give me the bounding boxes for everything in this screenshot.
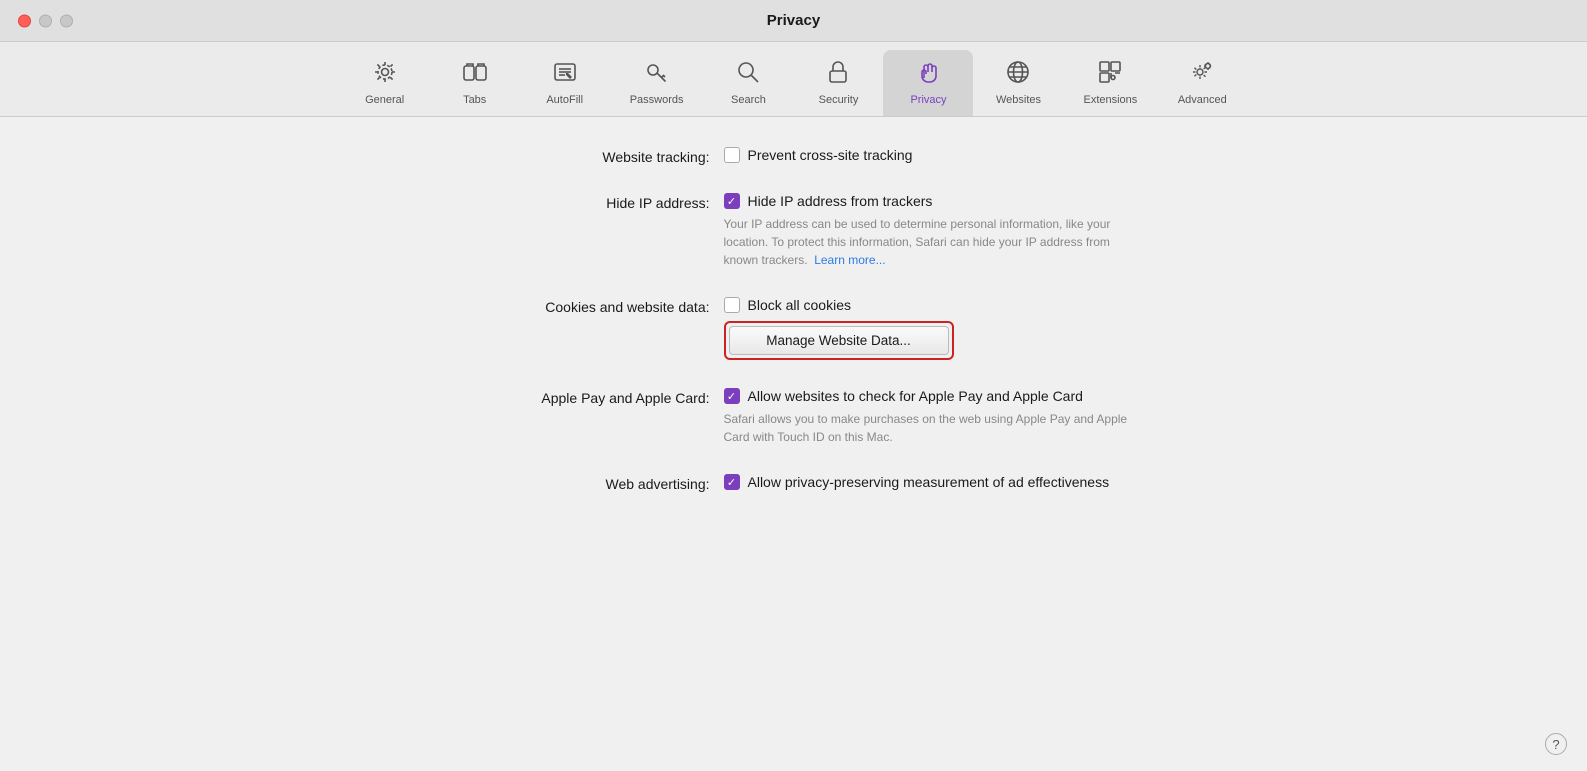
hide-ip-description: Your IP address can be used to determine… [724,215,1144,269]
website-tracking-text: Prevent cross-site tracking [748,147,913,163]
website-tracking-control: Prevent cross-site tracking [724,147,913,163]
manage-website-data-highlight: Manage Website Data... [724,321,954,360]
title-bar: Privacy [0,0,1587,42]
hide-ip-text: Hide IP address from trackers [748,193,933,209]
window-title: Privacy [767,12,820,29]
tab-extensions-label: Extensions [1083,94,1137,106]
toolbar: General Tabs AutoFill [0,42,1587,117]
web-advertising-checkbox[interactable]: ✓ [724,474,740,490]
tab-general[interactable]: General [340,50,430,116]
cookies-checkbox[interactable] [724,297,740,313]
tabs-icon [461,58,489,90]
website-tracking-row: Website tracking: Prevent cross-site tra… [384,147,1204,165]
tab-tabs[interactable]: Tabs [430,50,520,116]
close-button[interactable] [18,14,31,27]
cookies-inline: Block all cookies [724,297,852,313]
autofill-icon [551,58,579,90]
tab-security[interactable]: Security [793,50,883,116]
cookies-label: Cookies and website data: [384,297,724,315]
maximize-button[interactable] [60,14,73,27]
traffic-lights [18,14,73,27]
web-advertising-text: Allow privacy-preserving measurement of … [748,474,1110,490]
apple-pay-description: Safari allows you to make purchases on t… [724,410,1144,446]
hide-ip-inline: ✓ Hide IP address from trackers [724,193,933,209]
apple-pay-text: Allow websites to check for Apple Pay an… [748,388,1083,404]
web-advertising-control: ✓ Allow privacy-preserving measurement o… [724,474,1110,490]
hide-ip-row: Hide IP address: ✓ Hide IP address from … [384,193,1204,269]
website-tracking-label: Website tracking: [384,147,724,165]
minimize-button[interactable] [39,14,52,27]
tab-search-label: Search [731,94,766,106]
tab-autofill-label: AutoFill [546,94,583,106]
search-icon [734,58,762,90]
hide-ip-label: Hide IP address: [384,193,724,211]
web-advertising-inline: ✓ Allow privacy-preserving measurement o… [724,474,1110,490]
tab-tabs-label: Tabs [463,94,486,106]
web-advertising-row: Web advertising: ✓ Allow privacy-preserv… [384,474,1204,492]
main-content: Website tracking: Prevent cross-site tra… [0,117,1587,771]
tab-privacy-label: Privacy [910,94,946,106]
tab-extensions[interactable]: Extensions [1063,50,1157,116]
tab-search[interactable]: Search [703,50,793,116]
globe-icon [1004,58,1032,90]
apple-pay-label: Apple Pay and Apple Card: [384,388,724,406]
website-tracking-inline: Prevent cross-site tracking [724,147,913,163]
cookies-control: Block all cookies Manage Website Data... [724,297,954,360]
tab-security-label: Security [819,94,859,106]
block-all-cookies-text: Block all cookies [748,297,852,313]
tab-passwords-label: Passwords [630,94,684,106]
key-icon [643,58,671,90]
hand-icon [914,58,942,90]
tab-websites-label: Websites [996,94,1041,106]
apple-pay-row: Apple Pay and Apple Card: ✓ Allow websit… [384,388,1204,446]
settings-container: Website tracking: Prevent cross-site tra… [344,147,1244,492]
gear-advanced-icon [1188,58,1216,90]
web-advertising-label: Web advertising: [384,474,724,492]
hide-ip-checkbox[interactable]: ✓ [724,193,740,209]
tab-general-label: General [365,94,404,106]
lock-icon [824,58,852,90]
hide-ip-control: ✓ Hide IP address from trackers Your IP … [724,193,1144,269]
tab-passwords[interactable]: Passwords [610,50,704,116]
apple-pay-inline: ✓ Allow websites to check for Apple Pay … [724,388,1083,404]
website-tracking-checkbox[interactable] [724,147,740,163]
puzzle-icon [1096,58,1124,90]
tab-advanced-label: Advanced [1178,94,1227,106]
gear-icon [371,58,399,90]
tab-autofill[interactable]: AutoFill [520,50,610,116]
apple-pay-control: ✓ Allow websites to check for Apple Pay … [724,388,1144,446]
manage-website-data-button[interactable]: Manage Website Data... [729,326,949,355]
help-button[interactable]: ? [1545,733,1567,755]
tab-advanced[interactable]: Advanced [1157,50,1247,116]
cookies-row: Cookies and website data: Block all cook… [384,297,1204,360]
tab-privacy[interactable]: Privacy [883,50,973,116]
apple-pay-checkbox[interactable]: ✓ [724,388,740,404]
tab-websites[interactable]: Websites [973,50,1063,116]
learn-more-link[interactable]: Learn more... [814,253,885,267]
